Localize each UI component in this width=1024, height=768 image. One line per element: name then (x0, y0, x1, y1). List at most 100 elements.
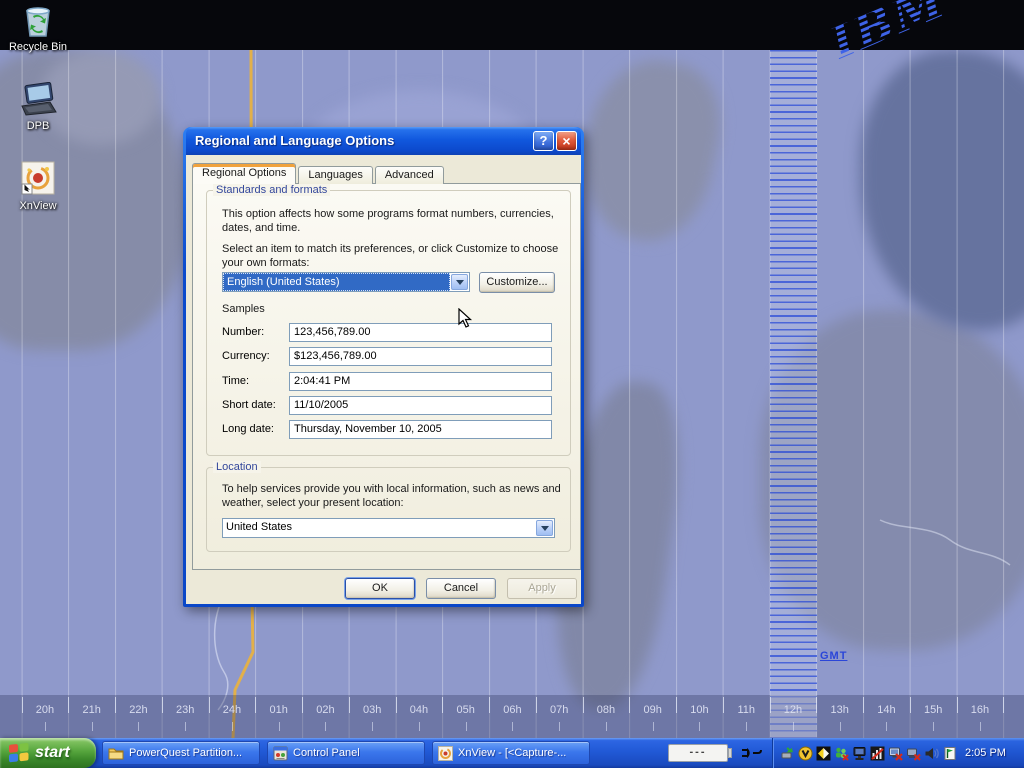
customize-button[interactable]: Customize... (479, 272, 555, 293)
start-button[interactable]: start (0, 738, 96, 768)
help-button[interactable]: ? (533, 131, 554, 151)
hour-label: 01h (255, 704, 302, 716)
xnview-small-icon (438, 746, 453, 761)
volume-icon[interactable] (924, 746, 939, 761)
hour-label: 22h (115, 704, 162, 716)
messenger-offline-icon[interactable] (834, 746, 849, 761)
start-button-label: start (35, 744, 70, 762)
number-sample-field[interactable]: 123,456,789.00 (289, 323, 552, 342)
hour-center-tick (325, 722, 326, 731)
hour-label: 24h (209, 704, 256, 716)
agent-icon[interactable] (798, 746, 813, 761)
desktop-icon-recycle-bin[interactable]: Recycle Bin (0, 5, 76, 53)
desktop-icon-dpb[interactable]: DPB (0, 82, 76, 132)
hour-center-tick (886, 722, 887, 731)
hour-label: 21h (68, 704, 115, 716)
tab-languages[interactable]: Languages (298, 166, 372, 184)
battery-meter-nub (728, 748, 732, 758)
location-combobox[interactable]: United States (222, 518, 555, 538)
display-driver-error-icon[interactable] (870, 746, 885, 761)
hour-boundary-tick (302, 697, 303, 713)
apply-button[interactable]: Apply (507, 578, 577, 599)
sample-row-label: Currency: (222, 350, 270, 362)
remove-hardware-icon[interactable] (780, 746, 795, 761)
currency-sample-field[interactable]: $123,456,789.00 (289, 347, 552, 366)
location-combobox-dropdown-button[interactable] (536, 520, 553, 536)
display-error-icon[interactable] (906, 746, 921, 761)
short-date-sample-field[interactable]: 11/10/2005 (289, 396, 552, 415)
hour-center-tick (559, 722, 560, 731)
language-combobox[interactable]: English (United States) (222, 272, 470, 292)
location-description: To help services provide you with local … (222, 482, 562, 510)
close-button[interactable]: × (556, 131, 577, 151)
ac-power-plug-icon (740, 745, 762, 761)
network-computer-icon[interactable] (852, 746, 867, 761)
hour-center-tick (699, 722, 700, 731)
hour-boundary-tick (816, 697, 817, 713)
hour-boundary-tick (68, 697, 69, 713)
desktop-icon-label: XnView (0, 200, 76, 212)
hour-center-tick (185, 722, 186, 731)
hour-boundary-tick (957, 697, 958, 713)
standards-and-formats-group: Standards and formats This option affect… (206, 190, 571, 456)
long-date-sample-field[interactable]: Thursday, November 10, 2005 (289, 420, 552, 439)
boot-monitor-icon[interactable] (942, 746, 957, 761)
hour-label: 13h (816, 704, 863, 716)
wallpaper-top-band: IBM (0, 0, 1024, 50)
hour-label: 16h (957, 704, 1004, 716)
hour-center-tick (279, 722, 280, 731)
tab-regional-options[interactable]: Regional Options (192, 163, 296, 184)
tab-strip: Regional Options Languages Advanced (192, 163, 446, 184)
partition-monitor-icon[interactable] (816, 746, 831, 761)
hour-center-tick (793, 722, 794, 731)
time-sample-field[interactable]: 2:04:41 PM (289, 372, 552, 391)
dialog-body: Regional Options Languages Advanced Stan… (186, 155, 581, 604)
hour-center-tick (92, 722, 93, 731)
hour-boundary-tick (442, 697, 443, 713)
task-button-label: XnView - [<Capture-... (458, 747, 566, 759)
sample-row-label: Time: (222, 375, 249, 387)
dialog-title-bar[interactable]: Regional and Language Options ? × (186, 127, 581, 155)
ok-button[interactable]: OK (345, 578, 415, 599)
hour-center-tick (840, 722, 841, 731)
shortcut-arrow-badge (22, 184, 32, 194)
language-combobox-dropdown-button[interactable] (451, 274, 468, 290)
hour-boundary-tick (723, 697, 724, 713)
control-panel-icon (273, 746, 288, 761)
hour-center-tick (980, 722, 981, 731)
hour-boundary-tick (910, 697, 911, 713)
taskbar-task-control-panel[interactable]: Control Panel (267, 741, 425, 765)
taskbar-task-powerquest[interactable]: PowerQuest Partition... (102, 741, 260, 765)
hour-label: 11h (723, 704, 770, 716)
hour-boundary-tick (162, 697, 163, 713)
language-combobox-value: English (United States) (223, 273, 450, 291)
network-disconnected-icon[interactable] (888, 746, 903, 761)
chevron-down-icon (541, 526, 549, 531)
hour-label: 20h (22, 704, 69, 716)
hour-center-tick (372, 722, 373, 731)
cancel-button[interactable]: Cancel (426, 578, 496, 599)
taskbar-task-xnview[interactable]: XnView - [<Capture-... (432, 741, 590, 765)
hour-boundary-tick (583, 697, 584, 713)
sample-row-label: Short date: (222, 399, 276, 411)
tab-advanced[interactable]: Advanced (375, 166, 444, 184)
hour-boundary-tick (676, 697, 677, 713)
desktop-icon-xnview[interactable]: XnView (0, 160, 76, 212)
gmt-label: GMT (820, 650, 847, 662)
hour-label: 15h (910, 704, 957, 716)
group-title: Location (213, 461, 261, 473)
hour-center-tick (419, 722, 420, 731)
group-title: Standards and formats (213, 184, 330, 196)
hour-center-tick (466, 722, 467, 731)
hour-boundary-tick (629, 697, 630, 713)
hour-label: 14h (863, 704, 910, 716)
system-tray: 2:05 PM (772, 738, 1024, 768)
mouse-cursor (458, 308, 476, 328)
hour-boundary-tick (863, 697, 864, 713)
hour-boundary-tick (489, 697, 490, 713)
sample-row-label: Long date: (222, 423, 274, 435)
desktop-icon-label: Recycle Bin (0, 41, 76, 53)
dialog-title: Regional and Language Options (195, 133, 394, 148)
folder-icon (108, 746, 124, 760)
recycle-bin-icon (21, 5, 55, 39)
